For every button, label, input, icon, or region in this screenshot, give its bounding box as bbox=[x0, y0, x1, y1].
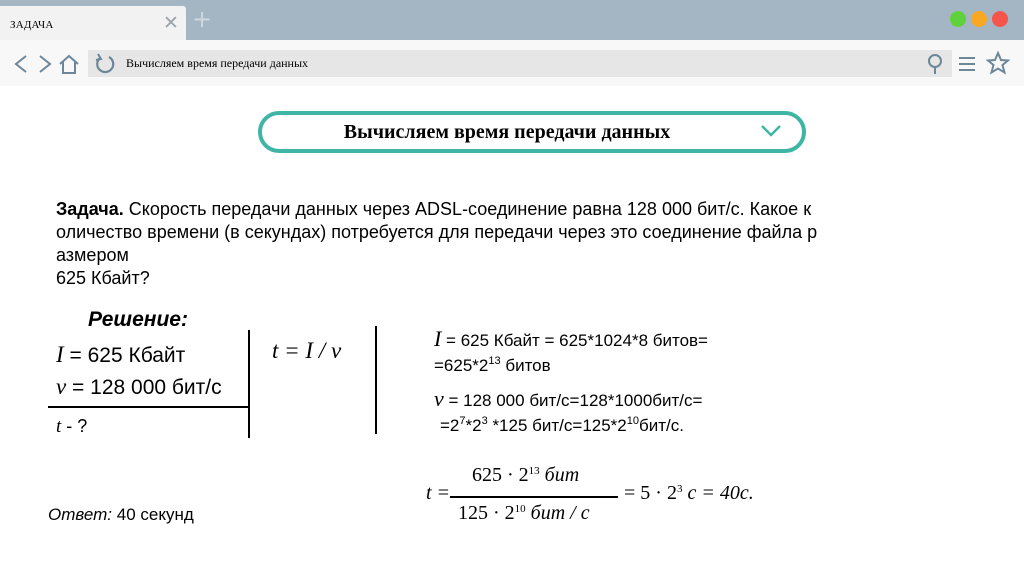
denominator-b: бит / с bbox=[525, 502, 590, 524]
search-icon[interactable] bbox=[925, 53, 945, 75]
slide-title: Вычисляем время передачи данных bbox=[343, 121, 671, 143]
minimize-dot[interactable] bbox=[971, 11, 987, 27]
v-symbol: v bbox=[56, 374, 67, 399]
answer-block: Ответ: 40 секунд bbox=[40, 478, 228, 534]
formula-text: t = I / v bbox=[272, 338, 342, 363]
maximize-dot[interactable] bbox=[950, 11, 966, 27]
back-icon[interactable] bbox=[12, 53, 30, 75]
rhs-b: с = 40с. bbox=[682, 482, 754, 504]
numerator-b: бит bbox=[539, 464, 580, 486]
tab-strip: ЗАДАЧА ✕ + bbox=[0, 0, 1024, 40]
v-value: = 128 000 бит/с bbox=[66, 376, 222, 399]
calc-line-2-b: битов bbox=[500, 356, 551, 375]
i-value: = 625 Кбайт bbox=[63, 344, 186, 367]
divider-vertical bbox=[248, 330, 250, 438]
denominator-exp: 10 bbox=[514, 503, 526, 515]
star-icon[interactable] bbox=[986, 51, 1010, 75]
solution-block: Решение: I = 625 Кбайт v = 128 000 бит/с… bbox=[44, 298, 254, 448]
divider-horizontal bbox=[48, 406, 250, 408]
task-label: Задача. bbox=[56, 199, 124, 219]
solution-heading: Решение: bbox=[88, 308, 188, 331]
calc-line-4-b: *2 bbox=[465, 416, 482, 435]
calc-line-3-text: = 128 000 бит/с=128*1000бит/с= bbox=[443, 391, 703, 410]
t-value: - ? bbox=[61, 416, 88, 436]
calc-line-3: v = 128 000 бит/с=128*1000бит/с= bbox=[434, 386, 702, 412]
address-text: Вычисляем время передачи данных bbox=[126, 56, 309, 70]
menu-icon[interactable] bbox=[958, 53, 976, 75]
calc-line-2: =625*213 битов bbox=[434, 356, 551, 376]
calc-line-1: I = 625 Кбайт = 625*1024*8 битов= bbox=[434, 326, 708, 352]
tab-title: ЗАДАЧА bbox=[10, 19, 54, 31]
rhs-a: = 5 · 2 bbox=[624, 482, 677, 504]
given-i: I = 625 Кбайт bbox=[56, 342, 185, 368]
tab-active[interactable]: ЗАДАЧА ✕ bbox=[0, 6, 186, 40]
formula-divider bbox=[375, 326, 377, 434]
task-line-2: оличество времени (в секундах) потребует… bbox=[56, 222, 818, 242]
address-bar[interactable]: Вычисляем время передачи данных bbox=[88, 50, 952, 77]
calc-line-4-c: *125 бит/с=125*2 bbox=[487, 416, 627, 435]
calc-line-4: =27*23 *125 бит/с=125*210бит/с. bbox=[440, 416, 684, 436]
calculation-block: I = 625 Кбайт = 625*1024*8 битов= =625*2… bbox=[426, 306, 804, 450]
formula-block: t = I / v bbox=[266, 300, 386, 450]
calc-line-1-text: = 625 Кбайт = 625*1024*8 битов= bbox=[441, 331, 708, 350]
chevron-down-icon[interactable] bbox=[760, 124, 782, 138]
forward-icon[interactable] bbox=[36, 53, 54, 75]
title-banner[interactable]: Вычисляем время передачи данных bbox=[258, 111, 806, 153]
close-window-dot[interactable] bbox=[992, 11, 1008, 27]
reload-icon[interactable] bbox=[93, 52, 117, 76]
task-line-3: азмером bbox=[56, 245, 129, 265]
fraction-rhs: = 5 · 23 с = 40с. bbox=[624, 482, 754, 505]
fraction-denominator: 125 · 210 бит / с bbox=[458, 502, 590, 525]
task-line-4: 625 Кбайт? bbox=[56, 268, 150, 288]
home-icon[interactable] bbox=[58, 53, 80, 75]
calc-line-4-d: бит/с. bbox=[639, 416, 684, 435]
numerator-a: 625 · 2 bbox=[472, 464, 529, 486]
close-icon[interactable]: ✕ bbox=[163, 14, 179, 33]
task-line-1: Скорость передачи данных через ADSL-соед… bbox=[123, 199, 812, 219]
numerator-exp: 13 bbox=[528, 465, 540, 477]
calc-v-symbol: v bbox=[434, 386, 444, 411]
fraction-numerator: 625 · 213 бит bbox=[472, 464, 579, 487]
denominator-a: 125 · 2 bbox=[458, 502, 515, 524]
fraction-block: t = 625 · 213 бит 125 · 210 бит / с = 5 … bbox=[414, 460, 758, 542]
answer-label: Ответ: bbox=[48, 505, 113, 524]
calc-line-2-exp: 13 bbox=[488, 355, 501, 367]
calc-line-4-a: =2 bbox=[440, 416, 460, 435]
new-tab-icon[interactable]: + bbox=[192, 7, 212, 31]
answer-value: 40 секунд bbox=[112, 505, 194, 524]
calc-line-4-e3: 10 bbox=[626, 415, 639, 427]
calc-line-2-a: =625*2 bbox=[434, 356, 489, 375]
fraction-bar bbox=[450, 496, 618, 498]
find-t: t - ? bbox=[56, 416, 87, 438]
given-v: v = 128 000 бит/с bbox=[56, 374, 222, 400]
fraction-lhs: t = bbox=[426, 482, 451, 504]
task-text: Задача. Скорость передачи данных через A… bbox=[56, 198, 968, 290]
i-symbol: I bbox=[56, 342, 64, 367]
answer-text: Ответ: 40 секунд bbox=[48, 505, 194, 525]
